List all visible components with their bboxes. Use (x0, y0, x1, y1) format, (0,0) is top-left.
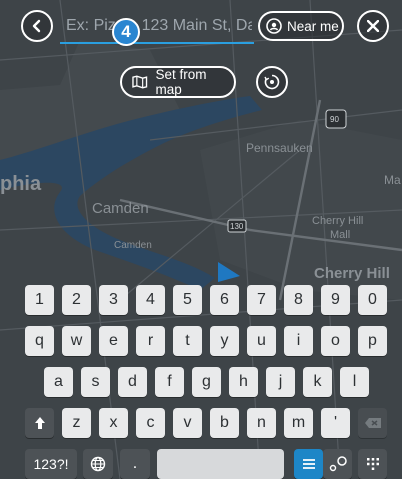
key-f[interactable]: f (155, 367, 184, 397)
space-key[interactable] (157, 449, 284, 479)
chevron-left-icon (32, 19, 41, 33)
key-0[interactable]: 0 (358, 285, 387, 315)
period-key[interactable]: . (120, 449, 150, 479)
map-label-cherry-hill: Cherry Hill (314, 265, 390, 282)
key-g[interactable]: g (192, 367, 221, 397)
symbols-key[interactable]: 123?! (25, 449, 77, 479)
list-view-key[interactable] (294, 449, 323, 479)
key-6[interactable]: 6 (210, 285, 239, 315)
map-label-camden-small: Camden (114, 240, 152, 251)
near-me-button[interactable]: Near me (258, 11, 344, 41)
search-placeholder: Ex: Pizza, 123 Main St, Dallas (66, 17, 252, 34)
key-1[interactable]: 1 (25, 285, 54, 315)
language-key[interactable] (83, 449, 113, 479)
key-9[interactable]: 9 (321, 285, 350, 315)
search-field[interactable]: Ex: Pizza, 123 Main St, Dallas (60, 10, 254, 44)
back-button[interactable] (21, 10, 53, 42)
key-w[interactable]: w (62, 326, 91, 356)
key-c[interactable]: c (136, 408, 165, 438)
keyboard-grid-icon (366, 458, 379, 470)
step-badge: 4 (112, 18, 140, 46)
location-pin-icon (266, 18, 282, 34)
svg-text:90: 90 (330, 115, 339, 124)
key-x[interactable]: x (99, 408, 128, 438)
key-l[interactable]: l (340, 367, 369, 397)
near-me-label: Near me (287, 18, 339, 34)
location-history-icon (264, 74, 280, 90)
key-z[interactable]: z (62, 408, 91, 438)
map-pin-view-key[interactable] (323, 449, 352, 479)
key-v[interactable]: v (173, 408, 202, 438)
key-3[interactable]: 3 (99, 285, 128, 315)
close-icon (367, 20, 379, 32)
route-pins-icon (329, 456, 347, 472)
hide-keyboard-key[interactable] (358, 449, 387, 479)
key-7[interactable]: 7 (247, 285, 276, 315)
close-button[interactable] (357, 10, 389, 42)
key-h[interactable]: h (229, 367, 258, 397)
key-d[interactable]: d (118, 367, 147, 397)
key-t[interactable]: t (173, 326, 202, 356)
list-icon (302, 459, 315, 469)
key-8[interactable]: 8 (284, 285, 313, 315)
globe-icon (90, 456, 106, 472)
set-from-map-button[interactable]: Set from map (120, 66, 236, 98)
shift-key[interactable] (25, 408, 54, 438)
map-label-ma: Ma (384, 173, 401, 187)
key-j[interactable]: j (266, 367, 295, 397)
key-2[interactable]: 2 (62, 285, 91, 315)
key-p[interactable]: p (358, 326, 387, 356)
key-r[interactable]: r (136, 326, 165, 356)
key-i[interactable]: i (284, 326, 313, 356)
key-a[interactable]: a (44, 367, 73, 397)
set-from-map-label: Set from map (155, 67, 207, 97)
key-o[interactable]: o (321, 326, 350, 356)
key-n[interactable]: n (247, 408, 276, 438)
shift-arrow-icon (34, 417, 45, 429)
map-label-phia: phia (0, 173, 42, 195)
key-apostrophe[interactable]: ' (321, 408, 350, 438)
backspace-key[interactable] (358, 408, 387, 438)
key-5[interactable]: 5 (173, 285, 202, 315)
key-m[interactable]: m (284, 408, 313, 438)
map-label-camden: Camden (92, 200, 149, 217)
key-e[interactable]: e (99, 326, 128, 356)
key-b[interactable]: b (210, 408, 239, 438)
key-u[interactable]: u (247, 326, 276, 356)
key-q[interactable]: q (25, 326, 54, 356)
recent-location-button[interactable] (256, 66, 288, 98)
key-s[interactable]: s (81, 367, 110, 397)
backspace-icon (364, 418, 381, 428)
key-y[interactable]: y (210, 326, 239, 356)
map-label-pennsauken: Pennsauken (246, 141, 313, 155)
map-icon (132, 75, 148, 89)
key-k[interactable]: k (303, 367, 332, 397)
key-4[interactable]: 4 (136, 285, 165, 315)
svg-text:130: 130 (230, 222, 244, 231)
